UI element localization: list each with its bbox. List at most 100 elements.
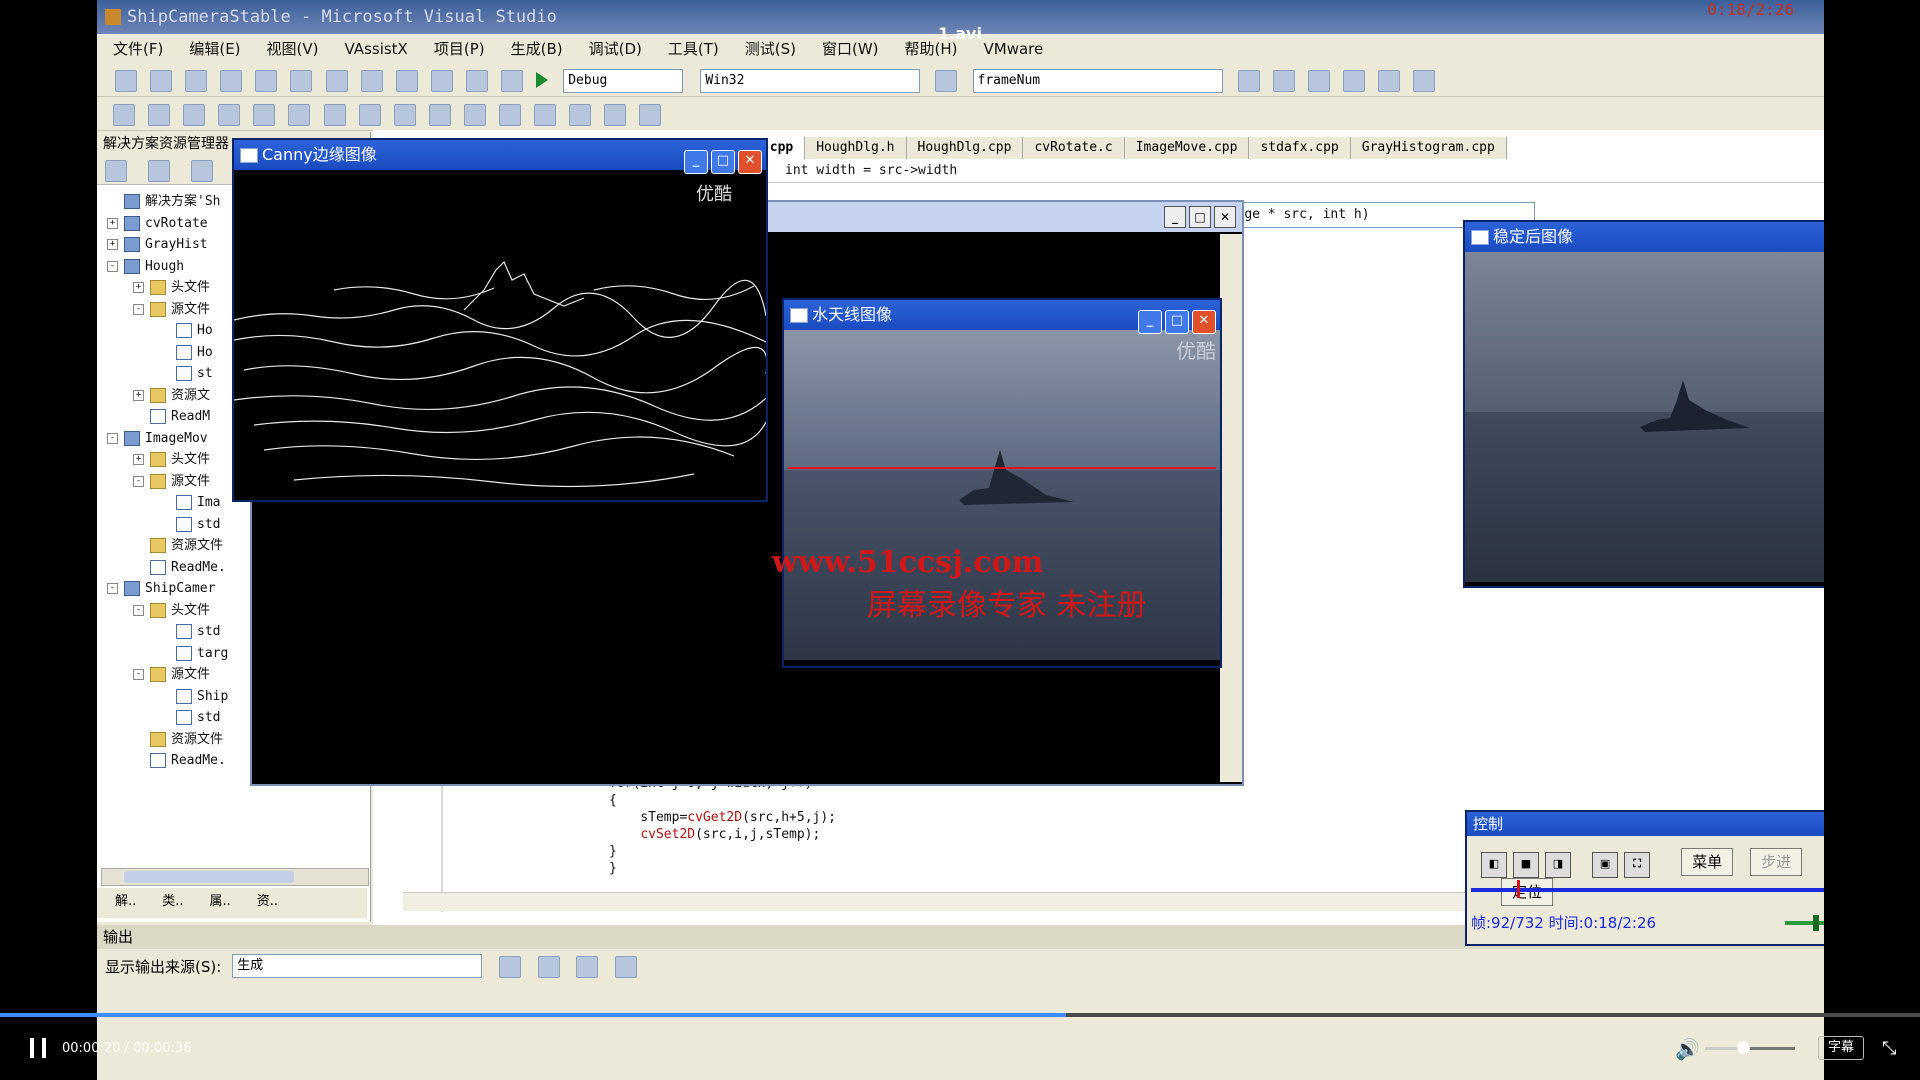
output-wrap-icon[interactable] xyxy=(615,956,638,978)
tree-toggle-icon[interactable]: - xyxy=(133,669,144,680)
navigate-forward-icon[interactable] xyxy=(501,70,524,92)
maximize-icon[interactable]: □ xyxy=(1189,206,1211,228)
tree-hscrollbar[interactable] xyxy=(101,868,369,886)
indent-icon[interactable] xyxy=(428,104,451,126)
panel-tab[interactable]: 属.. xyxy=(202,888,239,916)
sol-show-all-icon[interactable] xyxy=(148,160,171,182)
tree-scroll-thumb[interactable] xyxy=(124,871,294,883)
rebuild-icon[interactable] xyxy=(148,104,171,126)
toolbox-icon[interactable] xyxy=(1342,70,1365,92)
config-combo[interactable]: Debug xyxy=(563,69,684,93)
volume-slider[interactable] xyxy=(1705,1047,1795,1050)
fit-window-icon[interactable]: ▣ xyxy=(1592,852,1619,878)
outdent-icon[interactable] xyxy=(463,104,486,126)
menu-button[interactable]: 菜单 xyxy=(1681,848,1734,876)
uncomment-icon[interactable] xyxy=(393,104,416,126)
platform-combo[interactable]: Win32 xyxy=(700,69,921,93)
panel-tab[interactable]: 类.. xyxy=(154,888,191,916)
layout-icon[interactable] xyxy=(639,104,662,126)
progress-bar[interactable] xyxy=(0,1013,1920,1017)
batch-build-icon[interactable] xyxy=(218,104,241,126)
sol-refresh-icon[interactable] xyxy=(191,160,214,182)
output-source-combo[interactable]: 生成 xyxy=(232,954,483,978)
panel-tab[interactable]: 资.. xyxy=(249,888,286,916)
find-in-files-icon[interactable] xyxy=(1237,70,1260,92)
next-frame-icon[interactable]: ◨ xyxy=(1545,852,1571,878)
output-goto-icon[interactable] xyxy=(498,956,521,978)
console-vscrollbar[interactable] xyxy=(1220,234,1242,782)
spell-check-icon[interactable] xyxy=(323,104,346,126)
tree-toggle-icon[interactable]: - xyxy=(133,475,144,487)
minimize-icon[interactable]: _ xyxy=(1138,310,1162,334)
bookmark-next-icon[interactable] xyxy=(288,104,311,126)
find-combo[interactable]: frameNum xyxy=(972,69,1223,93)
volume-knob[interactable] xyxy=(1737,1041,1750,1054)
solution-explorer-icon[interactable] xyxy=(1272,70,1295,92)
editor-tab[interactable]: HoughDlg.h xyxy=(805,137,907,159)
tree-toggle-icon[interactable]: - xyxy=(133,303,144,315)
tree-toggle-icon[interactable]: - xyxy=(107,432,118,444)
sol-properties-icon[interactable] xyxy=(105,160,127,182)
tree-toggle-icon[interactable]: + xyxy=(107,239,118,250)
resource-icon[interactable] xyxy=(604,104,627,126)
dialog-icon[interactable] xyxy=(569,104,592,126)
subtitle-button[interactable]: 字幕 xyxy=(1818,1036,1864,1060)
fullscreen-icon[interactable]: ⛶ xyxy=(1624,852,1651,878)
add-item-icon[interactable] xyxy=(150,70,173,92)
bookmark-icon[interactable] xyxy=(253,104,276,126)
close-icon[interactable]: ✕ xyxy=(1192,310,1216,334)
control-volume-knob[interactable] xyxy=(1813,915,1819,931)
comment-icon[interactable] xyxy=(358,104,381,126)
step-button[interactable]: 步进 xyxy=(1750,848,1803,876)
window-icon[interactable] xyxy=(534,104,557,126)
navigate-back-icon[interactable] xyxy=(465,70,488,92)
redo-icon[interactable] xyxy=(430,70,453,92)
stop-icon[interactable]: ■ xyxy=(1513,852,1539,878)
editor-tab[interactable]: GrayHistogram.cpp xyxy=(1350,137,1507,159)
tree-toggle-icon[interactable]: - xyxy=(133,604,144,616)
editor-tab[interactable]: ImageMove.cpp xyxy=(1124,137,1250,159)
cut-icon[interactable] xyxy=(290,70,313,92)
panel-tab[interactable]: 解.. xyxy=(107,888,144,916)
exit-fullscreen-icon[interactable]: ⤡ xyxy=(1882,1038,1904,1060)
minimize-icon[interactable]: _ xyxy=(684,150,708,174)
start-debug-icon[interactable] xyxy=(536,72,549,88)
editor-tab[interactable]: stdafx.cpp xyxy=(1249,137,1351,159)
save-all-icon[interactable] xyxy=(255,70,278,92)
maximize-icon[interactable]: □ xyxy=(711,150,735,174)
copy-icon[interactable] xyxy=(325,70,348,92)
tree-toggle-icon[interactable]: + xyxy=(107,217,118,229)
maximize-icon[interactable]: □ xyxy=(1165,310,1189,334)
save-icon[interactable] xyxy=(220,70,243,92)
minimize-icon[interactable]: _ xyxy=(1164,206,1186,228)
class-view-icon[interactable] xyxy=(1413,70,1436,92)
tree-toggle-icon[interactable]: + xyxy=(133,389,144,401)
editor-tab[interactable]: HoughDlg.cpp xyxy=(906,137,1024,159)
start-page-icon[interactable] xyxy=(1377,70,1400,92)
output-clear-icon[interactable] xyxy=(576,956,599,978)
new-project-icon[interactable] xyxy=(115,70,137,92)
tree-toggle-icon[interactable]: - xyxy=(107,260,118,272)
tree-toggle-icon[interactable]: + xyxy=(133,282,144,293)
clean-icon[interactable] xyxy=(183,104,206,126)
output-prev-icon[interactable] xyxy=(537,956,560,978)
volume-icon[interactable]: 🔊 xyxy=(1675,1038,1700,1060)
properties-icon[interactable] xyxy=(1307,70,1330,92)
tree-toggle-icon[interactable]: - xyxy=(107,583,118,594)
control-volume-slider[interactable] xyxy=(1785,915,1824,931)
open-file-icon[interactable] xyxy=(185,70,208,92)
locate-button[interactable]: 定位 xyxy=(1501,878,1554,906)
editor-tab[interactable]: cvRotate.c xyxy=(1023,137,1125,159)
build-icon[interactable] xyxy=(113,104,135,126)
tree-toggle-icon[interactable]: + xyxy=(133,454,144,465)
format-icon[interactable] xyxy=(499,104,522,126)
close-icon[interactable]: ✕ xyxy=(1214,206,1236,228)
control-timeline-marker[interactable] xyxy=(1517,880,1520,898)
control-timeline[interactable] xyxy=(1471,880,1824,898)
undo-icon[interactable] xyxy=(395,70,418,92)
close-icon[interactable]: ✕ xyxy=(738,150,762,174)
paste-icon[interactable] xyxy=(360,70,383,92)
pause-icon[interactable] xyxy=(28,1038,50,1060)
find-icon[interactable] xyxy=(935,70,958,92)
prev-frame-icon[interactable]: ◧ xyxy=(1481,852,1507,878)
